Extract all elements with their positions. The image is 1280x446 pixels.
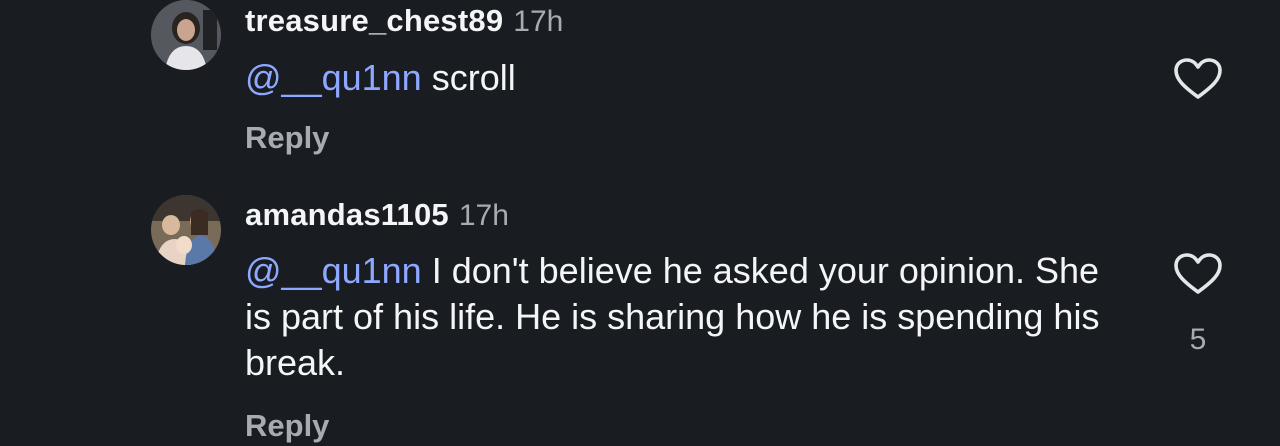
reply-button[interactable]: Reply [245, 406, 329, 446]
mention-link[interactable]: @__qu1nn [245, 250, 422, 291]
heart-icon[interactable] [1173, 57, 1223, 101]
timestamp: 17h [513, 5, 564, 38]
timestamp: 17h [458, 199, 509, 232]
comment-meta: amandas1105 17h [245, 195, 509, 235]
avatar[interactable] [151, 0, 221, 70]
comment-text: @__qu1nn scroll [245, 55, 1105, 101]
comment-meta: treasure_chest89 17h [245, 1, 563, 41]
reply-button[interactable]: Reply [245, 118, 329, 158]
comment-body: scroll [421, 57, 516, 98]
username[interactable]: treasure_chest89 [245, 3, 503, 38]
heart-icon[interactable] [1173, 252, 1223, 296]
username[interactable]: amandas1105 [245, 197, 449, 232]
avatar[interactable] [151, 195, 221, 265]
like-count: 5 [1189, 323, 1207, 356]
comment-text: @__qu1nn I don't believe he asked your o… [245, 248, 1105, 386]
mention-link[interactable]: @__qu1nn [245, 57, 422, 98]
